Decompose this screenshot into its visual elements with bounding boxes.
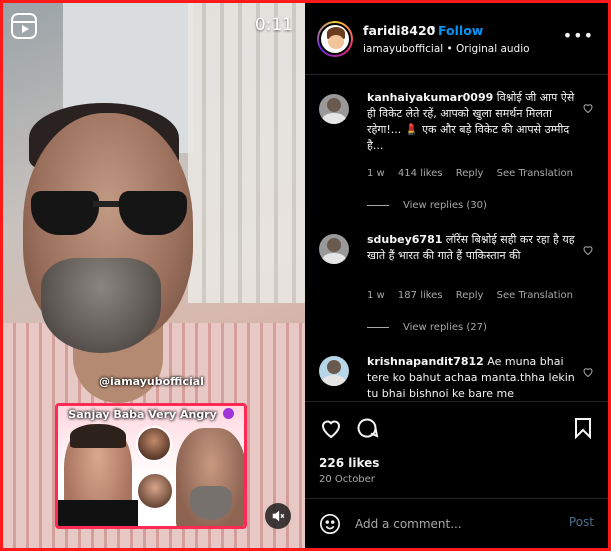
video-timer: 0:11 bbox=[254, 15, 293, 35]
like-heart-icon[interactable] bbox=[319, 416, 343, 440]
comments-list[interactable]: kanhaiyakumar0099 विश्नोई जी आप ऐसे ही व… bbox=[305, 76, 608, 401]
comment-bubble-icon[interactable] bbox=[355, 416, 379, 440]
background-blinds bbox=[188, 3, 305, 303]
comment-username[interactable]: kanhaiyakumar0099 bbox=[367, 91, 493, 104]
reels-icon bbox=[11, 13, 37, 39]
post-side-panel: faridi8420 • Follow iamayubofficial • Or… bbox=[305, 3, 608, 548]
thumbnail-title: Sanjay Baba Very Angry bbox=[58, 408, 244, 421]
audio-subtitle[interactable]: iamayubofficial • Original audio bbox=[363, 43, 530, 55]
post-header: faridi8420 • Follow iamayubofficial • Or… bbox=[305, 3, 608, 75]
header-separator: • bbox=[429, 22, 437, 37]
comment-likes[interactable]: 414 likes bbox=[398, 168, 443, 179]
view-replies-button[interactable]: View replies (27) bbox=[367, 322, 487, 333]
heart-icon[interactable] bbox=[582, 244, 594, 256]
comment-username[interactable]: sdubey6781 bbox=[367, 233, 442, 246]
sunglasses bbox=[31, 191, 191, 239]
see-translation-button[interactable]: See Translation bbox=[497, 290, 573, 301]
reply-button[interactable]: Reply bbox=[456, 168, 484, 179]
likes-count[interactable]: 226 likes bbox=[319, 456, 379, 470]
comment-meta: 1 w 187 likes Reply See Translation bbox=[367, 290, 583, 301]
emoji-icon[interactable] bbox=[319, 513, 341, 535]
comment-body: krishnapandit7812 Ae muna bhai tere ko b… bbox=[367, 354, 577, 401]
comment-meta: 1 w 414 likes Reply See Translation bbox=[367, 168, 583, 179]
video-watermark: @iamayubofficial bbox=[99, 375, 204, 388]
author-username[interactable]: faridi8420 bbox=[363, 23, 435, 38]
bookmark-icon[interactable] bbox=[571, 416, 595, 440]
comment-input[interactable] bbox=[355, 513, 555, 535]
post-actions: 226 likes 20 October bbox=[305, 401, 608, 497]
mute-button[interactable] bbox=[265, 503, 291, 529]
follow-button[interactable]: Follow bbox=[438, 23, 483, 38]
comment-time: 1 w bbox=[367, 290, 385, 301]
author-avatar[interactable] bbox=[317, 21, 353, 57]
commenter-avatar[interactable] bbox=[319, 94, 349, 124]
thumbnail-person-left bbox=[58, 424, 138, 526]
reply-button[interactable]: Reply bbox=[456, 290, 484, 301]
view-replies-button[interactable]: View replies (30) bbox=[367, 200, 487, 211]
add-comment-bar: Post bbox=[305, 498, 608, 548]
thumbnail-person-right bbox=[176, 428, 244, 526]
comment-likes[interactable]: 187 likes bbox=[398, 290, 443, 301]
commenter-avatar[interactable] bbox=[319, 234, 349, 264]
post-comment-button[interactable]: Post bbox=[569, 515, 594, 529]
speaker-muted-icon bbox=[272, 510, 285, 522]
person-beard bbox=[41, 258, 161, 353]
thumbnail-person-circle-bottom bbox=[136, 472, 174, 510]
post-modal: 0:11 @iamayubofficial Sanjay Baba Very A… bbox=[3, 3, 608, 548]
thumbnail-person-circle-top bbox=[136, 426, 172, 462]
see-translation-button[interactable]: See Translation bbox=[497, 168, 573, 179]
commenter-avatar[interactable] bbox=[319, 356, 349, 386]
video-thumbnail-overlay: Sanjay Baba Very Angry bbox=[55, 403, 247, 529]
comment-body: kanhaiyakumar0099 विश्नोई जी आप ऐसे ही व… bbox=[367, 90, 577, 154]
post-date: 20 October bbox=[319, 474, 375, 485]
heart-icon[interactable] bbox=[582, 366, 594, 378]
angry-emoji-icon bbox=[222, 408, 234, 419]
comment-body: sdubey6781 लॉरेंस बिश्नोई सही कर रहा है … bbox=[367, 232, 577, 264]
heart-icon[interactable] bbox=[582, 102, 594, 114]
more-options-icon[interactable]: ••• bbox=[563, 28, 594, 44]
comment-username[interactable]: krishnapandit7812 bbox=[367, 355, 484, 368]
reel-video[interactable]: 0:11 @iamayubofficial Sanjay Baba Very A… bbox=[3, 3, 305, 548]
comment-time: 1 w bbox=[367, 168, 385, 179]
